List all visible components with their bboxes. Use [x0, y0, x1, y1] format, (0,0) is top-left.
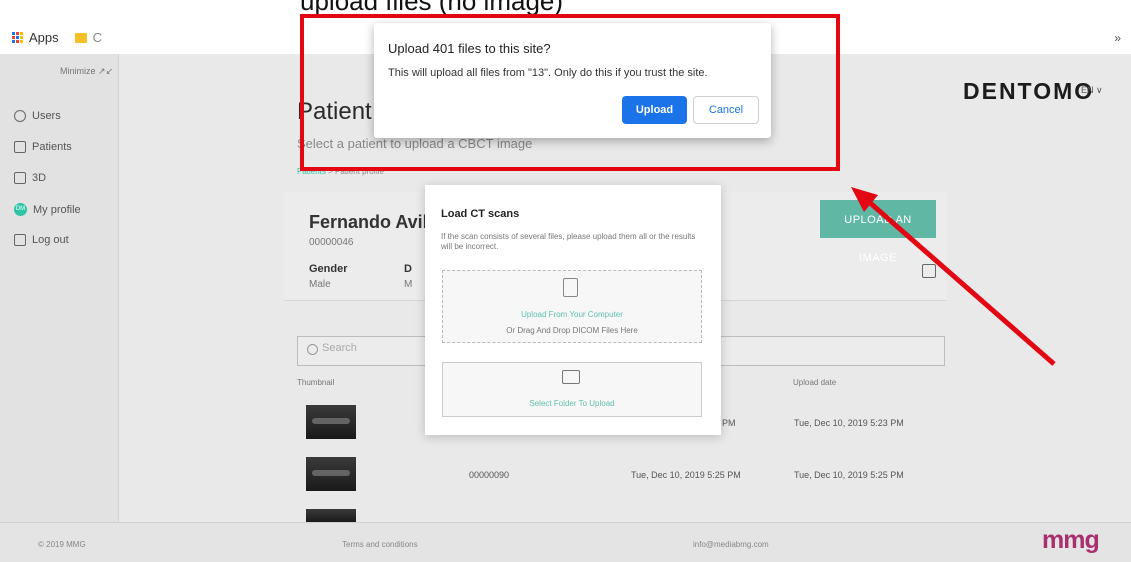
annotation-arrow [851, 187, 1056, 366]
